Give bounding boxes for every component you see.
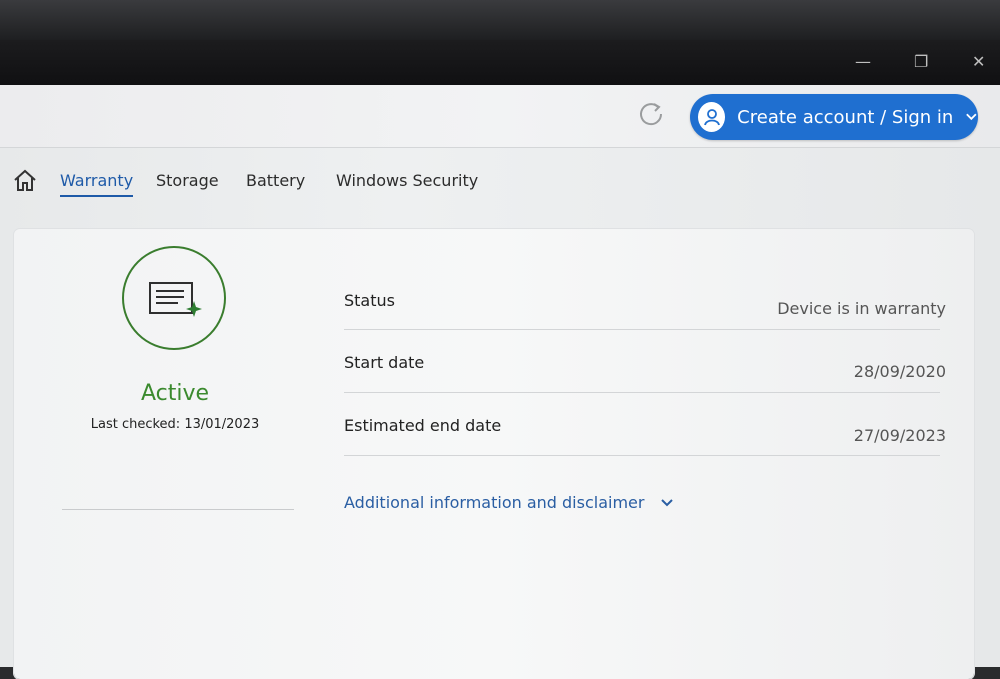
disclaimer-link: Additional information and disclaimer [344,493,645,512]
divider [344,329,940,330]
close-button[interactable]: ✕ [972,52,985,71]
create-account-sign-in-button[interactable]: Create account / Sign in [690,94,978,140]
tab-storage[interactable]: Storage [156,171,219,190]
chevron-down-icon [661,498,674,506]
disclaimer-expander[interactable]: Additional information and disclaimer [344,493,674,512]
start-date-label: Start date [344,353,425,372]
maximize-button[interactable]: ❐ [914,52,928,71]
warranty-card: Active Last checked: 13/01/2023 Status D… [14,229,974,679]
tab-battery[interactable]: Battery [246,171,305,190]
divider [344,392,940,393]
last-checked-text: Last checked: 13/01/2023 [90,417,260,432]
status-value: Device is in warranty [777,299,946,318]
tab-warranty[interactable]: Warranty [60,171,134,197]
warranty-status-badge [122,246,226,350]
screen-bezel [0,0,1000,40]
refresh-icon[interactable] [636,99,666,129]
status-label: Status [344,291,395,310]
account-button-label: Create account / Sign in [737,106,954,128]
divider [62,509,294,510]
user-icon [698,102,726,132]
start-date-value: 28/09/2020 [853,362,946,381]
minimize-button[interactable]: — [855,52,871,71]
app-window: Create account / Sign in Warranty Storag… [0,85,1000,679]
chevron-down-icon [966,113,977,121]
home-icon[interactable] [12,167,38,193]
tab-bar: Warranty Storage Battery Windows Securit… [0,163,1000,203]
divider [344,455,940,456]
app-header: Create account / Sign in [0,85,1000,148]
warranty-status-title: Active [140,381,210,406]
window-titlebar [0,40,1000,85]
document-sparkle-icon [149,282,202,317]
tab-windows-security[interactable]: Windows Security [336,171,478,190]
end-date-value: 27/09/2023 [853,426,946,445]
end-date-label: Estimated end date [344,416,502,435]
